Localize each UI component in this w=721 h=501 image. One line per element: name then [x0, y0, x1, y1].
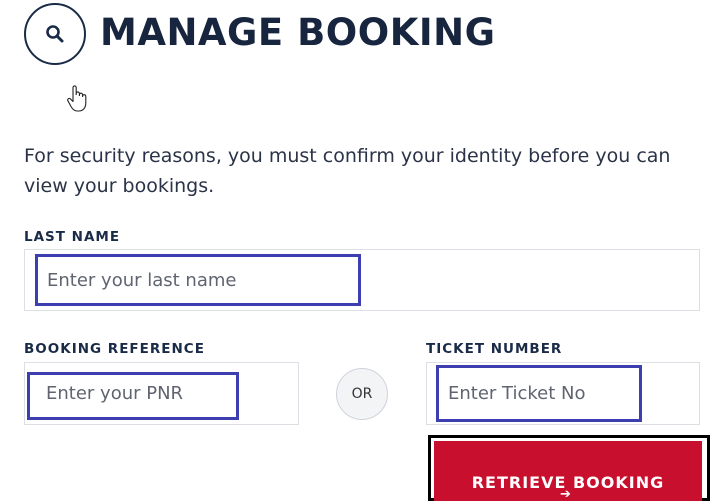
intro-text: For security reasons, you must confirm y…: [24, 145, 671, 197]
ticket-number-label: TICKET NUMBER: [426, 341, 563, 357]
booking-reference-input[interactable]: [25, 363, 298, 424]
or-separator: OR: [336, 368, 388, 420]
search-icon: [46, 25, 64, 43]
last-name-input[interactable]: [25, 250, 699, 310]
page-title: MANAGE BOOKING: [100, 11, 496, 54]
ticket-number-field-box: [426, 362, 700, 425]
last-name-field-box: [24, 249, 700, 311]
ticket-number-input[interactable]: [427, 363, 699, 424]
hand-cursor-icon: [67, 85, 87, 112]
search-icon-badge: [24, 3, 86, 65]
last-name-label: LAST NAME: [24, 229, 121, 245]
booking-reference-label: BOOKING REFERENCE: [24, 341, 205, 357]
booking-reference-field-box: [24, 362, 299, 425]
arrow-right-icon: ➔: [560, 487, 571, 501]
